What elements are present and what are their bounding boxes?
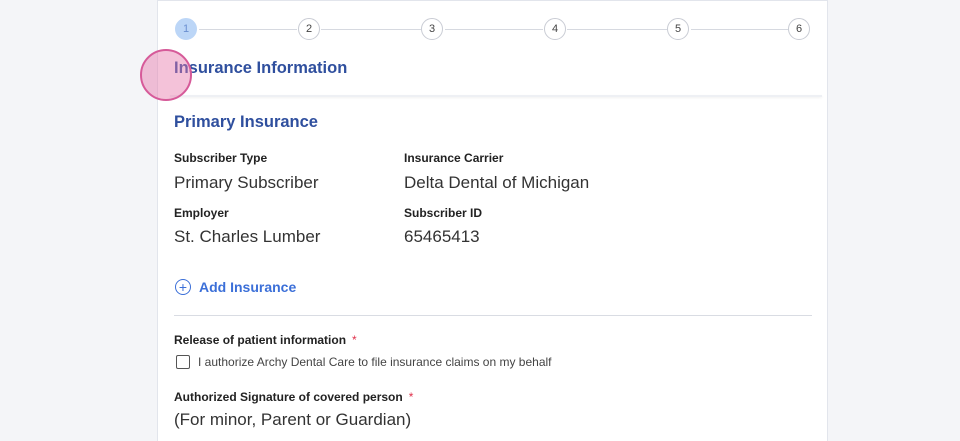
subscriber-type-label: Subscriber Type	[174, 151, 268, 165]
step-connector	[691, 29, 788, 30]
step-6[interactable]: 6	[788, 18, 810, 40]
stepper: 1 2 3 4 5 6	[158, 1, 829, 59]
step-connector	[321, 29, 421, 30]
add-insurance-button[interactable]: + Add Insurance	[175, 279, 296, 295]
insurance-carrier-label: Insurance Carrier	[404, 151, 504, 165]
signature-label-text: Authorized Signature of covered person	[174, 390, 403, 404]
step-5[interactable]: 5	[667, 18, 689, 40]
subscriber-id-label: Subscriber ID	[404, 206, 483, 220]
step-4[interactable]: 4	[544, 18, 566, 40]
add-insurance-label: Add Insurance	[199, 279, 297, 295]
required-mark: *	[352, 333, 357, 347]
primary-insurance-title: Primary Insurance	[174, 113, 318, 131]
release-label-text: Release of patient information	[174, 333, 347, 347]
employer-value: St. Charles Lumber	[174, 227, 321, 246]
authorize-checkbox-label[interactable]: I authorize Archy Dental Care to file in…	[198, 355, 552, 369]
employer-label: Employer	[174, 206, 229, 220]
required-mark: *	[408, 390, 414, 404]
signature-hint: (For minor, Parent or Guardian)	[174, 410, 412, 429]
section-title: Insurance Information	[174, 59, 348, 77]
step-connector	[199, 29, 297, 30]
touch-indicator	[140, 49, 192, 101]
authorize-checkbox-row[interactable]: I authorize Archy Dental Care to file in…	[176, 355, 552, 369]
subscriber-id-value: 65465413	[404, 227, 480, 246]
insurance-carrier-value: Delta Dental of Michigan	[404, 173, 590, 192]
step-connector	[445, 29, 543, 30]
authorize-checkbox[interactable]	[176, 355, 190, 369]
step-1[interactable]: 1	[175, 18, 197, 40]
step-2[interactable]: 2	[298, 18, 320, 40]
step-connector	[567, 29, 667, 30]
release-label: Release of patient information *	[174, 333, 357, 347]
section-divider	[174, 315, 812, 316]
signature-label: Authorized Signature of covered person *	[174, 390, 413, 404]
subscriber-type-value: Primary Subscriber	[174, 173, 319, 192]
step-3[interactable]: 3	[421, 18, 443, 40]
section-divider	[170, 95, 822, 97]
form-card: 1 2 3 4 5 6 Insurance Information Primar…	[157, 0, 828, 441]
plus-circle-icon: +	[175, 279, 191, 295]
